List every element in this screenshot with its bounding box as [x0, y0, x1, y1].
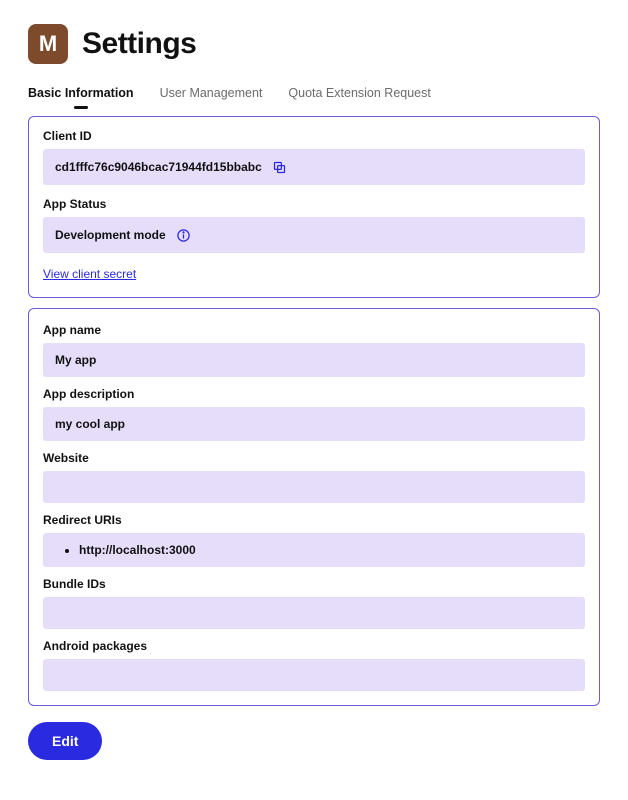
- app-description-value: my cool app: [55, 417, 125, 431]
- bundle-ids-label: Bundle IDs: [43, 577, 585, 591]
- page-header: M Settings: [28, 24, 600, 64]
- tab-user-management[interactable]: User Management: [160, 86, 263, 102]
- page-title: Settings: [82, 27, 196, 61]
- view-client-secret-link[interactable]: View client secret: [43, 267, 136, 281]
- client-id-field: cd1fffc76c9046bcac71944fd15bbabc: [43, 149, 585, 185]
- redirect-uris-label: Redirect URIs: [43, 513, 585, 527]
- website-label: Website: [43, 451, 585, 465]
- app-name-field: My app: [43, 343, 585, 377]
- info-icon[interactable]: [176, 227, 192, 243]
- copy-icon[interactable]: [272, 159, 288, 175]
- website-field: [43, 471, 585, 503]
- tab-basic-information[interactable]: Basic Information: [28, 86, 134, 102]
- tab-quota-extension-request[interactable]: Quota Extension Request: [288, 86, 430, 102]
- client-id-value: cd1fffc76c9046bcac71944fd15bbabc: [55, 160, 262, 174]
- redirect-uri-item: http://localhost:3000: [79, 543, 196, 557]
- client-id-label: Client ID: [43, 129, 585, 143]
- app-logo: M: [28, 24, 68, 64]
- app-name-label: App name: [43, 323, 585, 337]
- app-description-label: App description: [43, 387, 585, 401]
- app-status-label: App Status: [43, 197, 585, 211]
- app-status-value: Development mode: [55, 228, 166, 242]
- android-packages-label: Android packages: [43, 639, 585, 653]
- app-status-field: Development mode: [43, 217, 585, 253]
- tabs: Basic Information User Management Quota …: [28, 86, 600, 102]
- app-name-value: My app: [55, 353, 96, 367]
- bundle-ids-field: [43, 597, 585, 629]
- app-logo-letter: M: [39, 31, 57, 57]
- panel-app-details: App name My app App description my cool …: [28, 308, 600, 706]
- android-packages-field: [43, 659, 585, 691]
- edit-button[interactable]: Edit: [28, 722, 102, 760]
- panel-credentials: Client ID cd1fffc76c9046bcac71944fd15bba…: [28, 116, 600, 298]
- redirect-uris-field: http://localhost:3000: [43, 533, 585, 567]
- app-description-field: my cool app: [43, 407, 585, 441]
